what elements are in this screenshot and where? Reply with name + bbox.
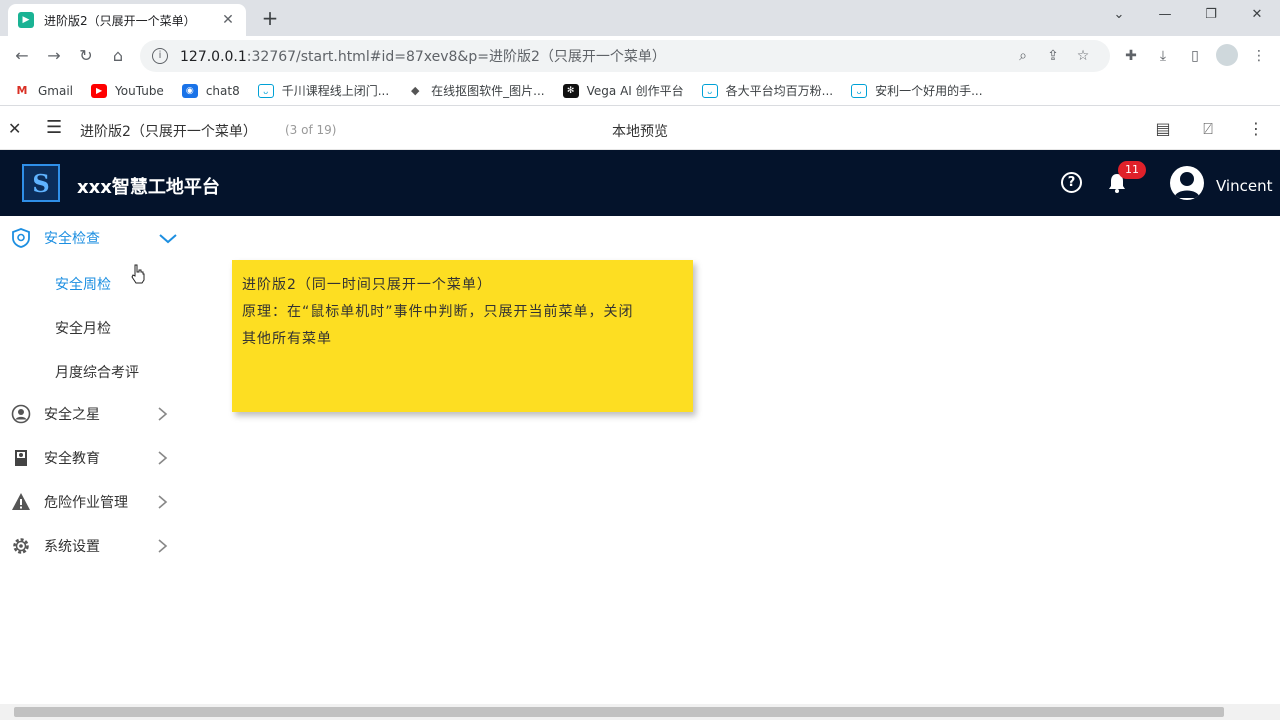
scrollbar-thumb[interactable] (14, 707, 1224, 717)
horizontal-scrollbar[interactable] (0, 704, 1280, 720)
chevron-right-icon (158, 495, 168, 509)
url-host: 127.0.0.1 (180, 49, 247, 65)
address-bar[interactable]: i 127.0.0.1:32767/start.html#id=87xev8&p… (140, 40, 1110, 72)
layers-icon: ◆ (410, 83, 420, 97)
youtube-icon: ▶ (91, 83, 108, 98)
sidebar-item-label: 安全之星 (44, 407, 100, 423)
app-title: xxx智慧工地平台 (77, 177, 220, 198)
logo-icon: S (22, 164, 60, 202)
share-icon[interactable]: ⇪ (1038, 48, 1068, 64)
preview-center-title: 本地预览 (612, 124, 668, 140)
extensions-icon[interactable]: ✚ (1118, 44, 1144, 68)
chrome-menu-icon[interactable]: ⋮ (1246, 44, 1272, 68)
user-avatar-icon (1174, 172, 1200, 198)
help-icon[interactable]: ? (1061, 172, 1082, 193)
back-icon[interactable]: ← (8, 42, 36, 70)
tab-search-icon[interactable]: ⌄ (1096, 0, 1142, 30)
hand-cursor-icon (131, 264, 145, 284)
chevron-down-icon (159, 234, 177, 244)
sidebar-item-label: 系统设置 (44, 539, 100, 555)
bookmark-label: 各大平台均百万粉... (725, 84, 834, 98)
book-icon (11, 448, 31, 468)
tab-close-icon[interactable]: ✕ (220, 12, 236, 28)
restore-button[interactable]: ❐ (1188, 0, 1234, 30)
bookmark-platform[interactable]: ᴗ 各大平台均百万粉... (701, 82, 834, 99)
notification-badge: 11 (1118, 161, 1146, 179)
chevron-right-icon (158, 407, 168, 421)
gmail-icon: M (16, 83, 28, 97)
bookmark-qianchuan[interactable]: ᴗ 千川课程线上闭门... (257, 82, 390, 99)
bookmark-label: Vega AI 创作平台 (586, 84, 684, 98)
note-line-2: 原理：在“鼠标单机时”事件中判断，只展开当前菜单，关闭 (242, 304, 634, 320)
bookmark-label: YouTube (115, 83, 164, 98)
notes-icon[interactable]: ▤ (1153, 119, 1173, 138)
bookmarks-bar: M Gmail ▶ YouTube ◉ chat8 ᴗ 千川课程线上闭门... ◆ 在线抠… (0, 76, 1280, 106)
annotation-note: 进阶版2（同一时间只展开一个菜单） 原理：在“鼠标单机时”事件中判断，只展开当前… (232, 260, 693, 412)
home-icon[interactable]: ⌂ (104, 42, 132, 70)
sidebar-subitem-monthly[interactable]: 安全月检 (55, 318, 111, 338)
sidebar-item-system-settings[interactable]: 系统设置 (0, 524, 190, 568)
shield-icon (11, 228, 31, 248)
sidebar-item-hazard-management[interactable]: 危险作业管理 (0, 480, 190, 524)
site-info-icon[interactable]: i (152, 48, 168, 64)
browser-tab[interactable]: ▶ 进阶版2（只展开一个菜单） ✕ (8, 4, 246, 36)
minimize-button[interactable]: — (1142, 0, 1188, 30)
sidebar-item-label: 安全教育 (44, 451, 100, 467)
sidebar-item-label: 安全检查 (44, 231, 100, 247)
axure-favicon-icon: ▶ (18, 12, 34, 28)
bookmark-label: 千川课程线上闭门... (281, 84, 390, 98)
side-panel-icon[interactable]: ▯ (1182, 44, 1208, 68)
bilibili-icon: ᴗ (851, 83, 868, 98)
forward-icon[interactable]: → (40, 42, 68, 70)
warning-icon (11, 492, 31, 512)
bookmark-label: 在线抠图软件_图片... (431, 84, 545, 98)
browser-tab-strip: ▶ 进阶版2（只展开一个菜单） ✕ + ⌄ — ❐ ✕ (0, 0, 1280, 36)
bookmark-gmail[interactable]: M Gmail (14, 83, 74, 98)
bilibili-icon: ᴗ (257, 83, 274, 98)
sidebar-subitem-weekly[interactable]: 安全周检 (55, 274, 111, 294)
url-path: :32767/start.html#id=87xev8&p=进阶版2（只展开一个… (246, 49, 666, 65)
chevron-right-icon (158, 539, 168, 553)
username[interactable]: Vincent (1216, 177, 1272, 195)
bookmark-chat8[interactable]: ◉ chat8 (181, 83, 240, 98)
app-header: S xxx智慧工地平台 ? (0, 150, 1280, 216)
download-icon[interactable]: ⤓ (1150, 44, 1176, 68)
sidebar-item-safety-check[interactable]: 安全检查 (0, 216, 190, 260)
bookmark-label: 安利一个好用的手... (875, 84, 983, 98)
url-text[interactable]: 127.0.0.1:32767/start.html#id=87xev8&p=进… (180, 46, 1008, 66)
bookmark-label: chat8 (205, 83, 240, 98)
chevron-right-icon (158, 451, 168, 465)
sidebar-menu: 安全检查 安全周检 安全月检 月度综合考评 安全之星 安全教育 危险作业管理 系… (0, 216, 190, 704)
tab-title: 进阶版2（只展开一个菜单） (44, 13, 196, 28)
bookmark-anli[interactable]: ᴗ 安利一个好用的手... (851, 82, 983, 99)
more-options-icon[interactable]: ⋮ (1246, 119, 1266, 138)
sidebar-item-safety-education[interactable]: 安全教育 (0, 436, 190, 480)
profile-avatar[interactable] (1216, 44, 1238, 66)
note-line-3: 其他所有菜单 (242, 331, 332, 347)
bookmark-koutu[interactable]: ◆ 在线抠图软件_图片... (407, 82, 545, 99)
sidebar-subitem-evaluation[interactable]: 月度综合考评 (55, 362, 139, 382)
note-line-1: 进阶版2（同一时间只展开一个菜单） (242, 277, 492, 293)
inspect-icon[interactable]: ⍁ (1198, 119, 1218, 139)
bookmark-label: Gmail (38, 83, 74, 98)
browser-toolbar: ← → ↻ ⌂ i 127.0.0.1:32767/start.html#id=… (0, 36, 1280, 76)
user-circle-icon (11, 404, 31, 424)
new-tab-button[interactable]: + (258, 6, 282, 30)
bilibili-icon: ᴗ (701, 83, 718, 98)
reload-icon[interactable]: ↻ (72, 42, 100, 70)
chat-icon: ◉ (181, 83, 198, 98)
bookmark-youtube[interactable]: ▶ YouTube (91, 83, 164, 98)
bookmark-vega[interactable]: ✻ Vega AI 创作平台 (562, 82, 684, 99)
close-window-button[interactable]: ✕ (1234, 0, 1280, 30)
preview-toolbar: ✕ ☰ 进阶版2（只展开一个菜单） (3 of 19) 本地预览 ▤ ⍁ ⋮ (0, 109, 1280, 150)
sidebar-item-safety-star[interactable]: 安全之星 (0, 392, 190, 436)
gear-icon (11, 536, 31, 556)
vega-icon: ✻ (562, 83, 579, 98)
sidebar-item-label: 危险作业管理 (44, 495, 128, 511)
avatar[interactable] (1170, 166, 1204, 200)
bookmark-star-icon[interactable]: ☆ (1068, 48, 1098, 64)
zoom-icon[interactable]: ⌕ (1008, 48, 1038, 64)
